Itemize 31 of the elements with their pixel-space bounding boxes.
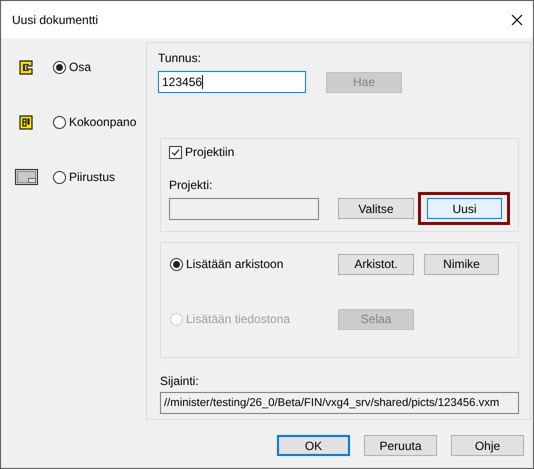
field-label: Tunnus: [158, 51, 202, 65]
field-label: Projekti: [169, 178, 214, 192]
text-caret [202, 75, 204, 89]
dialog-button[interactable]: Nimike [424, 254, 499, 274]
input-field[interactable]: 123456 [158, 71, 306, 93]
checkbox[interactable] [169, 146, 182, 158]
radio-label: Kokoonpano [69, 115, 136, 129]
radio-button[interactable] [53, 116, 66, 128]
radio-label: Lisätään arkistoon [186, 257, 284, 271]
field-value: 123456 [162, 75, 202, 89]
part-icon [19, 60, 33, 74]
close-icon[interactable] [511, 14, 523, 26]
drawing-icon [15, 169, 38, 185]
path-field[interactable]: //minister/testing/26_0/Beta/FIN/vxg4_srv/shared/picts/123456.vxm [160, 392, 519, 414]
dialog-button[interactable]: Peruuta [364, 435, 437, 456]
checkbox-label: Projektiin [185, 145, 234, 159]
radio-label: Piirustus [69, 170, 116, 184]
radio-label: Osa [69, 60, 92, 74]
field-label: Sijainti: [160, 374, 200, 388]
dialog-button[interactable]: Valitse [338, 198, 414, 219]
radio-button[interactable] [170, 258, 183, 270]
assembly-icon [19, 114, 33, 130]
radio-label: Lisätään tiedostona [186, 312, 290, 326]
radio-button[interactable] [53, 60, 66, 74]
window-title: Uusi dokumentti [12, 12, 98, 26]
dialog-button: Selaa [338, 308, 414, 330]
dialog-button[interactable]: Ohje [451, 435, 524, 456]
dialog-button[interactable]: Uusi [427, 198, 502, 219]
dialog-button[interactable]: Arkistot. [338, 254, 414, 274]
dialog-button[interactable]: OK [277, 435, 350, 456]
radio-button[interactable] [53, 170, 66, 184]
